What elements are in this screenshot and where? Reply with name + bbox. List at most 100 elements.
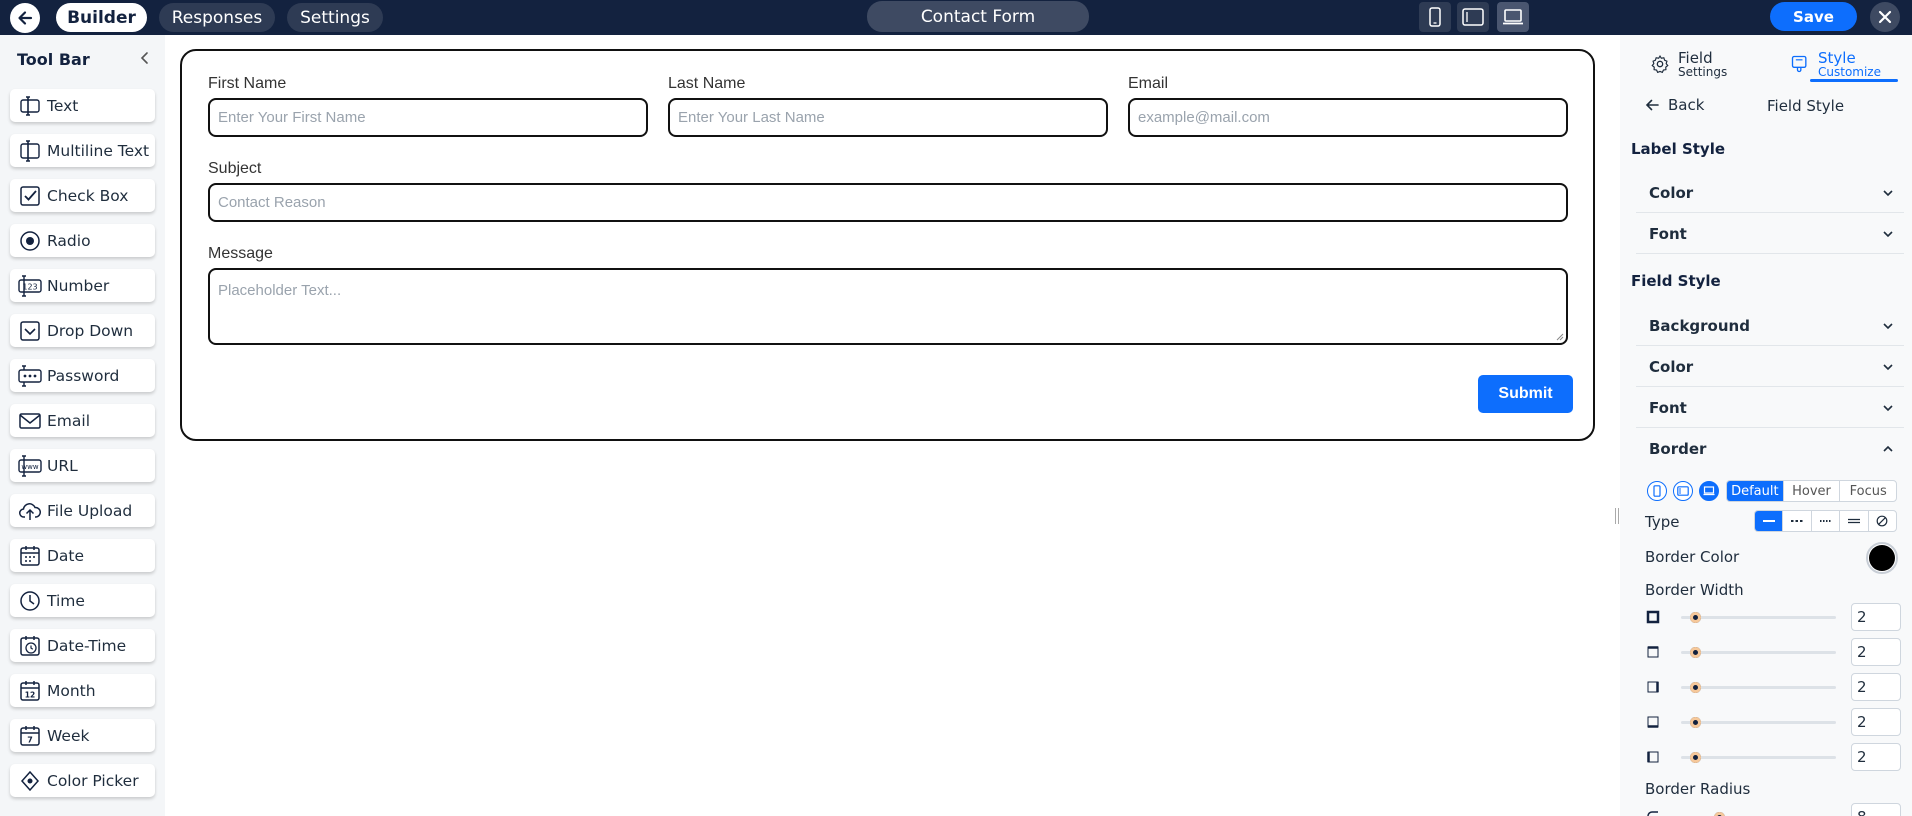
all-sides-icon	[1646, 610, 1660, 624]
border-type-double[interactable]	[1840, 511, 1869, 531]
border-width-right-slider[interactable]	[1681, 686, 1836, 689]
back-button[interactable]	[10, 3, 40, 33]
device-mobile-button[interactable]	[1419, 2, 1451, 32]
tool-item-label: Date	[47, 546, 85, 565]
slider-thumb[interactable]	[1690, 612, 1701, 623]
tab-field-settings[interactable]: Field Settings	[1650, 45, 1727, 83]
submit-button[interactable]: Submit	[1478, 375, 1573, 413]
border-device-tablet[interactable]	[1673, 481, 1693, 501]
device-desktop-button[interactable]	[1497, 2, 1529, 32]
resize-grip-icon[interactable]	[1556, 333, 1564, 341]
border-type-none[interactable]	[1869, 511, 1896, 531]
border-width-right-input[interactable]: 2	[1851, 673, 1901, 701]
svg-text:12: 12	[25, 690, 35, 699]
state-hover-button[interactable]: Hover	[1784, 481, 1841, 501]
tab-responses[interactable]: Responses	[159, 3, 275, 32]
dropdown-icon	[17, 318, 43, 344]
border-width-top-slider[interactable]	[1681, 651, 1836, 654]
border-width-left-input[interactable]: 2	[1851, 743, 1901, 771]
right-side-icon	[1647, 681, 1659, 693]
border-radius-input[interactable]: 8	[1851, 803, 1901, 816]
first-name-input[interactable]: Enter Your First Name	[208, 98, 648, 137]
accordion-field-border[interactable]: Border	[1636, 429, 1904, 469]
state-focus-button[interactable]: Focus	[1840, 481, 1896, 501]
top-side-icon	[1647, 646, 1659, 658]
tool-item-password[interactable]: Password	[10, 359, 155, 392]
slider-thumb[interactable]	[1690, 752, 1701, 763]
tab-style-main: Style	[1818, 48, 1856, 67]
accordion-label-color[interactable]: Color	[1636, 173, 1904, 213]
email-icon	[17, 408, 43, 434]
message-label: Message	[208, 245, 273, 262]
tool-item-label: Check Box	[47, 186, 129, 205]
device-tablet-button[interactable]	[1457, 2, 1489, 32]
tool-item-file-upload[interactable]: File Upload	[10, 494, 155, 527]
border-width-left-slider[interactable]	[1681, 756, 1836, 759]
tab-settings[interactable]: Settings	[287, 3, 383, 32]
accordion-field-background[interactable]: Background	[1636, 306, 1904, 346]
last-name-input[interactable]: Enter Your Last Name	[668, 98, 1108, 137]
password-icon	[17, 363, 43, 389]
form-title[interactable]: Contact Form	[867, 1, 1089, 32]
border-radius-label: Border Radius	[1645, 780, 1751, 798]
chevron-left-icon[interactable]	[138, 51, 152, 65]
tab-builder[interactable]: Builder	[56, 3, 147, 32]
solid-line-icon	[1762, 520, 1775, 522]
tab-style-customize[interactable]: Style Customize	[1790, 45, 1881, 83]
tool-item-label: Week	[47, 726, 90, 745]
border-width-all-input[interactable]: 2	[1851, 603, 1901, 631]
first-name-label: First Name	[208, 75, 287, 92]
accordion-label-font[interactable]: Font	[1636, 214, 1904, 254]
border-state-selector: Default Hover Focus	[1726, 480, 1897, 502]
tool-item-check-box[interactable]: Check Box	[10, 179, 155, 212]
tool-item-multiline-text[interactable]: Multiline Text	[10, 134, 155, 167]
tool-item-number[interactable]: 123 Number	[10, 269, 155, 302]
border-width-bottom-slider[interactable]	[1681, 721, 1836, 724]
subject-input[interactable]: Contact Reason	[208, 183, 1568, 222]
tool-item-month[interactable]: 12 Month	[10, 674, 155, 707]
slider-thumb[interactable]	[1714, 812, 1725, 816]
tool-item-url[interactable]: www URL	[10, 449, 155, 482]
border-width-right-row: 2	[1645, 673, 1901, 701]
tool-item-date[interactable]: Date	[10, 539, 155, 572]
border-type-dashed[interactable]	[1783, 511, 1812, 531]
tool-item-email[interactable]: Email	[10, 404, 155, 437]
date-icon	[17, 543, 43, 569]
panel-resize-handle[interactable]	[1615, 508, 1619, 524]
border-type-solid[interactable]	[1755, 511, 1784, 531]
state-default-button[interactable]: Default	[1727, 481, 1784, 501]
back-link[interactable]: Back	[1644, 96, 1704, 114]
border-device-mobile[interactable]	[1647, 481, 1667, 501]
tool-item-drop-down[interactable]: Drop Down	[10, 314, 155, 347]
email-input[interactable]: example@mail.com	[1128, 98, 1568, 137]
tool-item-time[interactable]: Time	[10, 584, 155, 617]
tab-style-sub: Customize	[1818, 64, 1881, 79]
border-device-desktop[interactable]	[1699, 481, 1719, 501]
accordion-label: Font	[1649, 398, 1687, 417]
message-textarea[interactable]: Placeholder Text...	[208, 268, 1568, 345]
tool-item-radio[interactable]: Radio	[10, 224, 155, 257]
slider-thumb[interactable]	[1690, 717, 1701, 728]
tool-item-color-picker[interactable]: Color Picker	[10, 764, 155, 797]
accordion-label: Color	[1649, 183, 1694, 202]
tool-item-date-time[interactable]: Date-Time	[10, 629, 155, 662]
border-width-bottom-input[interactable]: 2	[1851, 708, 1901, 736]
svg-text:7: 7	[27, 735, 33, 744]
slider-thumb[interactable]	[1690, 647, 1701, 658]
chevron-up-icon	[1883, 445, 1893, 452]
accordion-field-color[interactable]: Color	[1636, 347, 1904, 387]
email-label: Email	[1128, 75, 1169, 92]
save-button[interactable]: Save	[1770, 2, 1857, 31]
active-tab-indicator	[1810, 79, 1898, 82]
accordion-field-font[interactable]: Font	[1636, 388, 1904, 428]
border-color-swatch[interactable]	[1866, 542, 1898, 574]
slider-thumb[interactable]	[1690, 682, 1701, 693]
tool-item-text[interactable]: Text	[10, 89, 155, 122]
border-width-top-input[interactable]: 2	[1851, 638, 1901, 666]
tool-item-week[interactable]: 7 Week	[10, 719, 155, 752]
border-type-dotted[interactable]	[1812, 511, 1841, 531]
tablet-icon	[1462, 8, 1484, 26]
border-width-all-slider[interactable]	[1681, 616, 1836, 619]
close-button[interactable]	[1870, 2, 1900, 32]
top-bar: Builder Responses Settings Contact Form …	[0, 0, 1912, 35]
